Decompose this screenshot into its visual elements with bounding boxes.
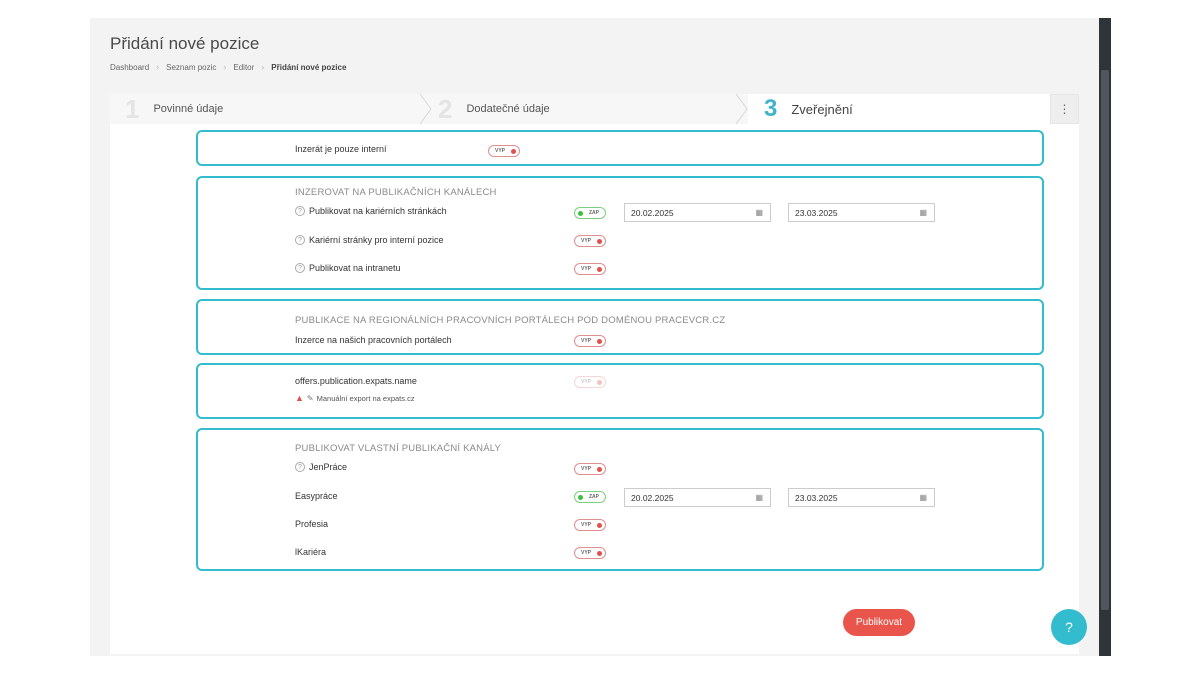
calendar-icon[interactable]: ▦ — [919, 208, 927, 217]
breadcrumb: Dashboard › Seznam pozic › Editor › Přid… — [110, 62, 346, 72]
channel-row-intranet: ? Publikovat na intranetu — [295, 263, 401, 273]
expats-box: offers.publication.expats.name VYP ▲ ✎ M… — [196, 363, 1044, 419]
channels-box: INZEROVAT NA PUBLIKAČNÍCH KANÁLECH ? Pub… — [196, 176, 1044, 290]
chevron-right-icon: › — [156, 62, 160, 72]
regional-label: Inzerce na našich pracovních portálech — [295, 335, 452, 345]
internal-only-toggle[interactable]: VYP — [488, 145, 520, 157]
pencil-icon[interactable]: ✎ — [307, 394, 314, 403]
step-number: 1 — [125, 93, 140, 124]
own-row-jenprace: ? JenPráce — [295, 462, 347, 472]
regional-toggle[interactable]: VYP — [574, 335, 606, 347]
chevron-right-icon: › — [261, 62, 265, 72]
own-row-lkariera: lKariéra — [295, 547, 327, 557]
breadcrumb-dashboard[interactable]: Dashboard — [110, 63, 149, 72]
step-number: 3 — [764, 95, 778, 122]
scrollbar[interactable] — [1099, 18, 1111, 656]
date-to-input[interactable]: 23.03.2025 ▦ — [788, 488, 935, 507]
internal-only-label: Inzerát je pouze interní — [295, 144, 387, 154]
help-icon[interactable]: ? — [295, 206, 305, 216]
calendar-icon[interactable]: ▦ — [755, 493, 763, 502]
scrollbar-thumb[interactable] — [1101, 70, 1109, 610]
jenprace-toggle[interactable]: VYP — [574, 463, 606, 475]
calendar-icon[interactable]: ▦ — [755, 208, 763, 217]
profesia-toggle[interactable]: VYP — [574, 519, 606, 531]
lkariera-toggle[interactable]: VYP — [574, 547, 606, 559]
help-icon[interactable]: ? — [295, 462, 305, 472]
step-additional[interactable]: 2 Dodatečné údaje — [438, 94, 550, 124]
publication-form: Inzerát je pouze interní VYP INZEROVAT N… — [110, 124, 1079, 654]
step-required[interactable]: 1 Povinné údaje — [125, 94, 223, 124]
date-to-input[interactable]: 23.03.2025 ▦ — [788, 203, 935, 222]
breadcrumb-seznam-pozic[interactable]: Seznam pozic — [166, 63, 216, 72]
breadcrumb-editor[interactable]: Editor — [233, 63, 254, 72]
step-publication[interactable]: 3 Zveřejnění — [764, 94, 853, 124]
channel-row-career: ? Publikovat na kariérních stránkách — [295, 206, 447, 216]
step-label: Povinné údaje — [153, 103, 224, 115]
app-frame: Přidání nové pozice Dashboard › Seznam p… — [90, 18, 1099, 656]
channel-row-internal-career: ? Kariérní stránky pro interní pozice — [295, 235, 444, 245]
own-row-easyprace: Easypráce — [295, 491, 338, 501]
internal-only-box: Inzerát je pouze interní VYP — [196, 130, 1044, 166]
section-title: PUBLIKOVAT VLASTNÍ PUBLIKAČNÍ KANÁLY — [295, 443, 502, 454]
expats-label: offers.publication.expats.name — [295, 376, 417, 386]
step-number: 2 — [438, 93, 453, 124]
section-title: PUBLIKACE NA REGIONÁLNÍCH PRACOVNÍCH POR… — [295, 315, 726, 326]
help-icon[interactable]: ? — [295, 263, 305, 273]
page-title: Přidání nové pozice — [110, 34, 260, 53]
date-from-input[interactable]: 20.02.2025 ▦ — [624, 488, 771, 507]
publish-button[interactable]: Publikovat — [843, 609, 915, 636]
chevron-right-icon: › — [223, 62, 227, 72]
intranet-toggle[interactable]: VYP — [574, 263, 606, 275]
step-label: Dodatečné údaje — [466, 103, 550, 115]
step-divider-icon — [736, 94, 748, 124]
expats-toggle[interactable]: VYP — [574, 376, 606, 388]
kebab-icon[interactable]: ⋮ — [1050, 94, 1079, 124]
breadcrumb-current: Přidání nové pozice — [271, 62, 347, 72]
own-row-profesia: Profesia — [295, 519, 329, 529]
warning-icon: ▲ — [295, 393, 304, 403]
expats-note: ▲ ✎ Manuální export na expats.cz — [295, 393, 415, 403]
date-from-input[interactable]: 20.02.2025 ▦ — [624, 203, 771, 222]
help-icon[interactable]: ? — [295, 235, 305, 245]
section-title: INZEROVAT NA PUBLIKAČNÍCH KANÁLECH — [295, 187, 497, 198]
calendar-icon[interactable]: ▦ — [919, 493, 927, 502]
own-channels-box: PUBLIKOVAT VLASTNÍ PUBLIKAČNÍ KANÁLY ? J… — [196, 428, 1044, 571]
internal-career-toggle[interactable]: VYP — [574, 235, 606, 247]
regional-box: PUBLIKACE NA REGIONÁLNÍCH PRACOVNÍCH POR… — [196, 299, 1044, 355]
step-label: Zveřejnění — [791, 101, 853, 117]
easyprace-toggle[interactable]: ZAP — [574, 491, 606, 503]
help-button[interactable]: ? — [1051, 609, 1087, 645]
wizard-steps: 1 Povinné údaje 2 Dodatečné údaje 3 Zveř… — [110, 94, 1079, 124]
step-divider-icon — [420, 94, 432, 124]
career-toggle[interactable]: ZAP — [574, 207, 606, 219]
